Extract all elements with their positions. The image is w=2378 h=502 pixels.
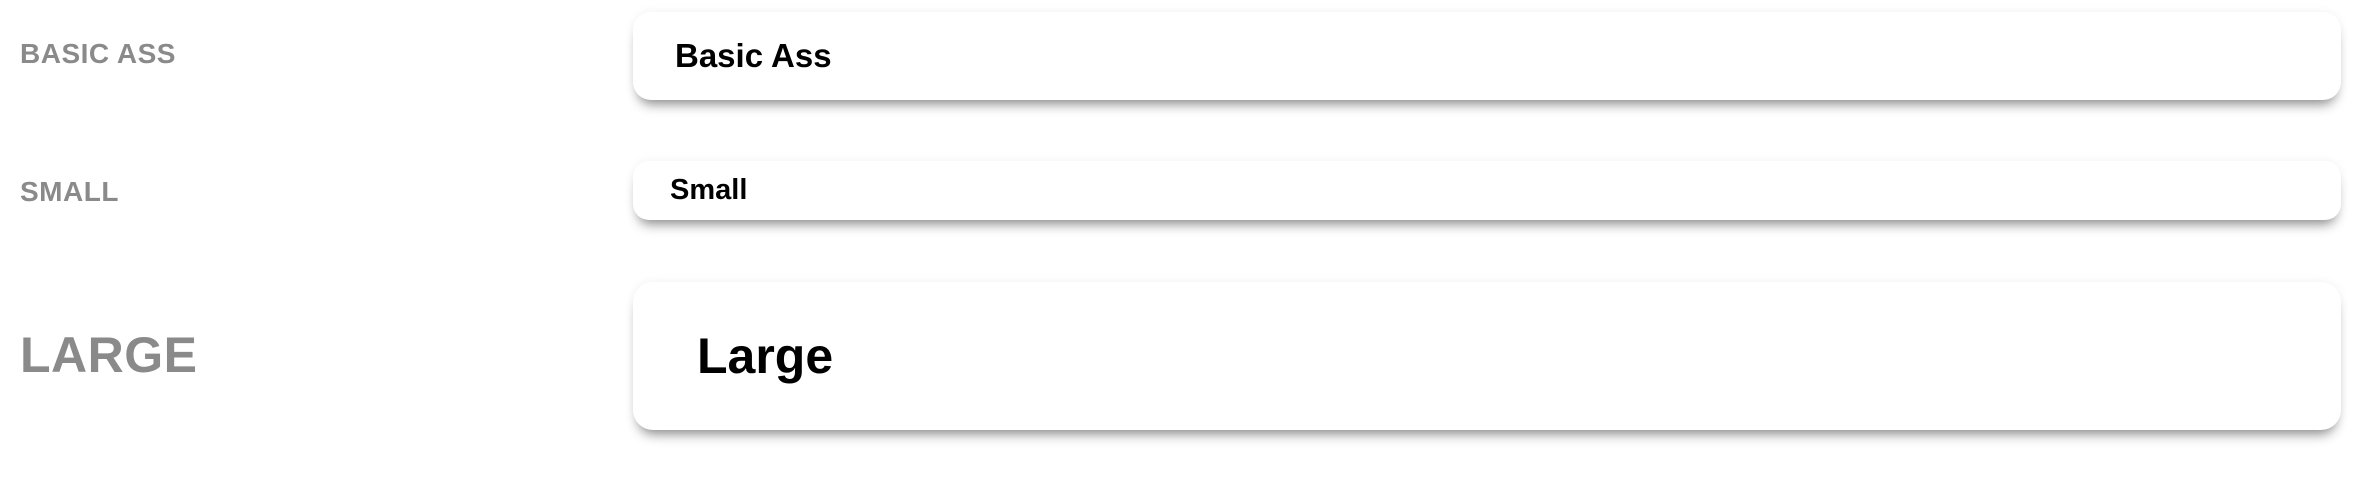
basic-label: BASIC ASS [20, 38, 176, 69]
basic-input-value: Basic Ass [675, 37, 832, 74]
small-label: SMALL [20, 176, 119, 207]
small-input-value: Small [670, 174, 748, 206]
large-input-value: Large [697, 328, 834, 384]
large-label: LARGE [20, 327, 198, 383]
basic-input[interactable]: Basic Ass [633, 12, 2341, 100]
small-input[interactable]: Small [633, 161, 2341, 220]
large-input[interactable]: Large [633, 282, 2341, 430]
